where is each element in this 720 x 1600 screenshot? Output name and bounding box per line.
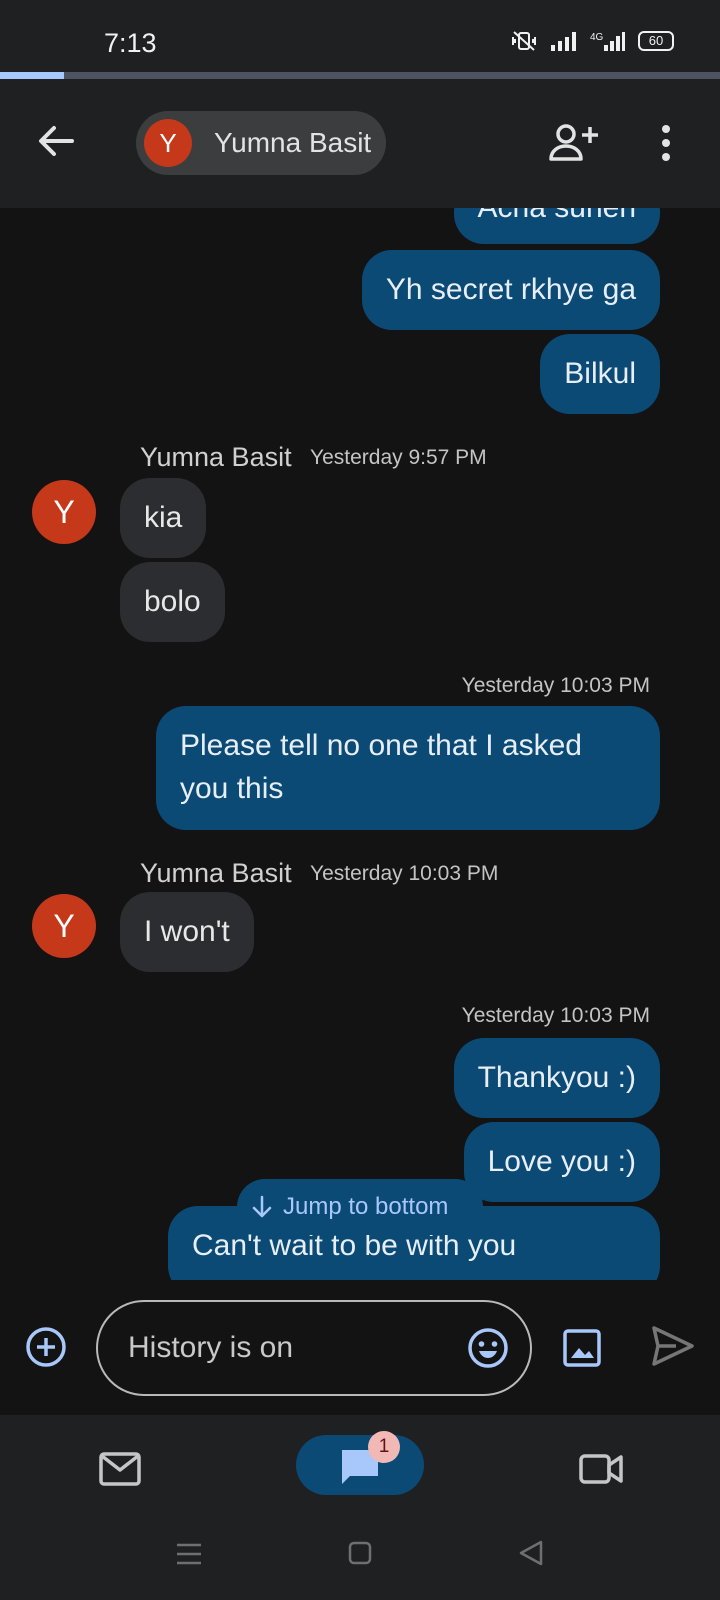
message-text: kia — [144, 501, 183, 534]
compose-bar — [0, 1280, 720, 1415]
jump-to-bottom-label: Jump to bottom — [283, 1193, 449, 1220]
contact-avatar: Y — [144, 119, 192, 167]
message-text: I won't — [144, 915, 230, 948]
status-icons: 4G 60 — [510, 30, 674, 52]
message-bubble-outgoing[interactable]: Yh secret rkhye ga — [361, 250, 660, 330]
home-icon[interactable] — [348, 1541, 372, 1565]
sender-avatar[interactable]: Y — [32, 894, 96, 958]
message-text: bolo — [144, 585, 201, 618]
svg-text:4G: 4G — [590, 32, 604, 43]
message-timestamp: Yesterday 10:03 PM — [461, 1004, 650, 1027]
message-bubble-incoming[interactable]: I won't — [120, 892, 254, 972]
message-input-container[interactable] — [96, 1300, 532, 1396]
sync-progress — [0, 72, 720, 79]
message-timestamp: Yesterday 9:57 PM — [310, 446, 487, 469]
back-arrow-icon[interactable] — [34, 119, 78, 163]
add-attachment-icon[interactable] — [24, 1325, 68, 1369]
message-bubble-outgoing[interactable]: Please tell no one that I asked you this — [156, 706, 660, 830]
battery-icon: 60 — [638, 31, 674, 51]
contact-name: Yumna Basit — [214, 127, 372, 158]
message-bubble-incoming[interactable]: bolo — [120, 562, 225, 642]
video-call-icon[interactable] — [578, 1451, 624, 1487]
message-text: Thankyou :) — [477, 1061, 636, 1094]
recent-apps-icon[interactable] — [176, 1542, 202, 1566]
message-text: Acha suneh — [478, 208, 636, 224]
status-bar: 7:13 4G 60 — [0, 0, 720, 72]
contact-chip[interactable]: Y Yumna Basit — [136, 111, 386, 175]
signal-icon — [551, 32, 576, 51]
unread-badge: 1 — [368, 1431, 400, 1463]
status-time: 7:13 — [104, 28, 157, 58]
message-input[interactable] — [128, 1324, 448, 1372]
chat-tab[interactable]: 1 — [296, 1431, 424, 1495]
send-icon[interactable] — [650, 1324, 696, 1368]
message-bubble-incoming[interactable]: kia — [120, 478, 207, 558]
sender-name: Yumna Basit — [140, 442, 292, 472]
message-timestamp: Yesterday 10:03 PM — [461, 674, 650, 697]
gallery-icon[interactable] — [562, 1328, 602, 1368]
jump-to-bottom-button[interactable]: Jump to bottom — [237, 1179, 483, 1235]
message-text: Bilkul — [564, 357, 636, 390]
more-options-icon[interactable] — [656, 123, 676, 163]
vibrate-off-icon — [512, 31, 536, 51]
message-bubble-outgoing[interactable]: Bilkul — [540, 334, 660, 414]
sender-avatar[interactable]: Y — [32, 480, 96, 544]
signal-4g-icon: 4G — [590, 32, 625, 51]
message-timestamp: Yesterday 10:03 PM — [310, 862, 499, 885]
message-bubble-outgoing[interactable]: Acha suneh — [453, 208, 660, 244]
message-bubble-outgoing[interactable]: Thankyou :) — [453, 1038, 660, 1118]
message-text-line: Please tell no one that I asked — [180, 729, 582, 762]
sync-progress-fill — [0, 72, 64, 79]
message-text: Love you :) — [487, 1145, 636, 1178]
system-back-icon[interactable] — [518, 1539, 544, 1567]
emoji-icon[interactable] — [466, 1326, 510, 1370]
arrow-down-icon — [252, 1195, 272, 1218]
message-text: Yh secret rkhye ga — [385, 273, 636, 306]
add-person-icon[interactable] — [548, 121, 602, 165]
app-bar: Y Yumna Basit — [0, 79, 720, 208]
bottom-navigation: 1 — [0, 1415, 720, 1600]
sender-name: Yumna Basit — [140, 858, 292, 888]
message-bubble-outgoing[interactable]: Love you :) — [463, 1122, 660, 1202]
message-text-line: you this — [180, 772, 284, 805]
message-list[interactable]: Acha suneh Yh secret rkhye ga Bilkul Yum… — [0, 208, 720, 1280]
mail-icon[interactable] — [98, 1451, 142, 1487]
